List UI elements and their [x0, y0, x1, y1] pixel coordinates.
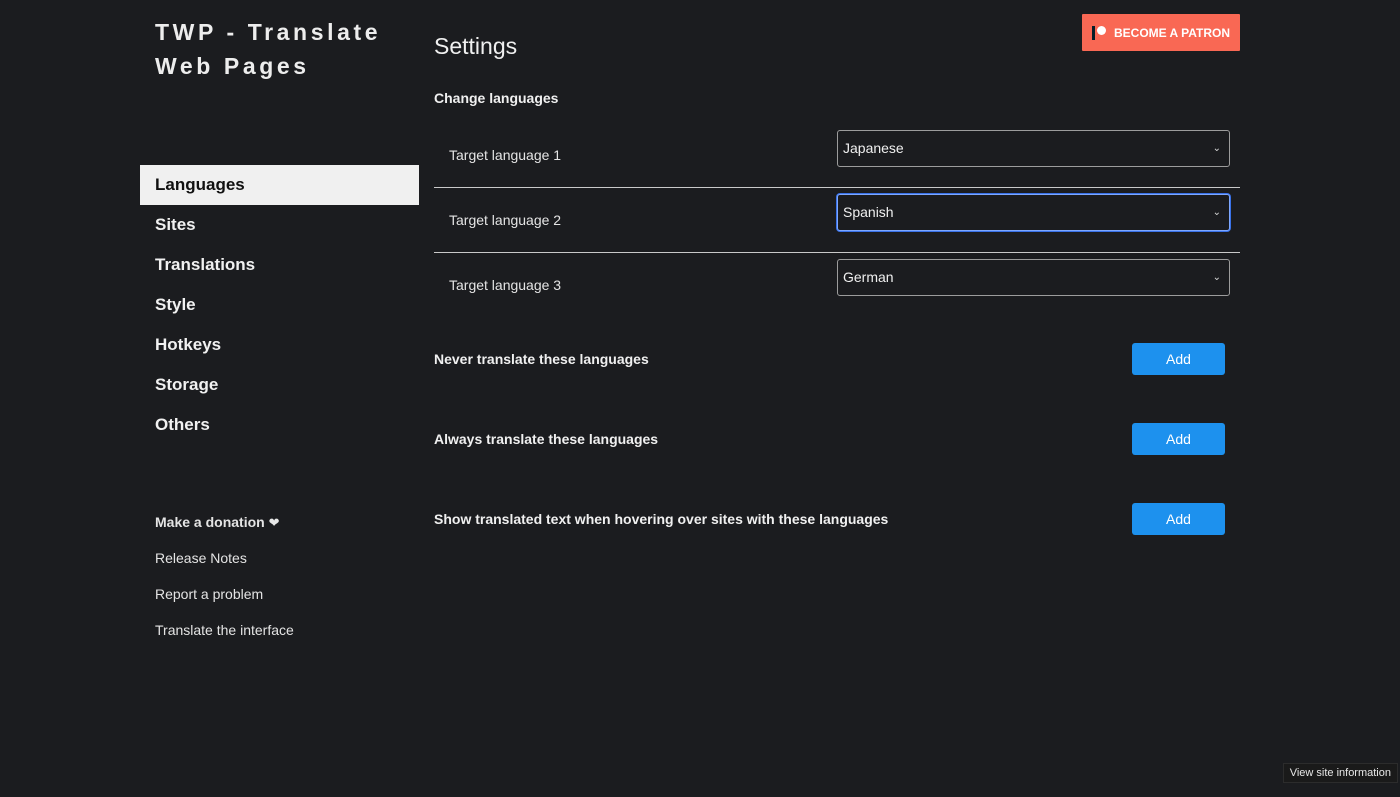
heart-icon: ❤	[268, 515, 280, 530]
translate-interface-link[interactable]: Translate the interface	[155, 612, 415, 648]
site-info-tooltip: View site information	[1282, 763, 1398, 783]
patreon-logo-icon	[1092, 25, 1106, 40]
release-notes-link[interactable]: Release Notes	[155, 540, 415, 576]
always-translate-label: Always translate these languages	[434, 431, 659, 447]
sidebar-item-hotkeys[interactable]: Hotkeys	[140, 325, 419, 365]
sidebar-nav: Languages Sites Translations Style Hotke…	[140, 165, 419, 445]
target-language-row: Target language 3 German ⌄	[434, 252, 1240, 316]
sidebar-item-translations[interactable]: Translations	[140, 245, 419, 285]
target-language-3-value: German	[843, 269, 894, 285]
chevron-down-icon: ⌄	[1212, 272, 1221, 283]
always-translate-add-button[interactable]: Add	[1132, 423, 1225, 455]
chevron-down-icon: ⌄	[1212, 143, 1221, 154]
target-language-1-value: Japanese	[843, 140, 904, 156]
become-patron-button[interactable]: BECOME A PATRON	[1082, 14, 1240, 51]
target-language-3-select[interactable]: German ⌄	[837, 259, 1230, 296]
donation-link[interactable]: Make a donation ❤	[155, 504, 415, 540]
hover-translate-label: Show translated text when hovering over …	[434, 511, 889, 527]
target-language-2-value: Spanish	[843, 204, 894, 220]
donation-link-label: Make a donation	[155, 514, 265, 530]
target-language-3-label: Target language 3	[449, 277, 562, 293]
patron-button-label: BECOME A PATRON	[1114, 25, 1230, 40]
page-title: Settings	[434, 33, 518, 60]
hover-translate-add-button[interactable]: Add	[1132, 503, 1225, 535]
target-language-2-label: Target language 2	[449, 212, 562, 228]
never-translate-label: Never translate these languages	[434, 351, 649, 367]
change-languages-heading: Change languages	[434, 90, 559, 106]
never-translate-add-button[interactable]: Add	[1132, 343, 1225, 375]
target-language-row: Target language 2 Spanish ⌄	[434, 188, 1240, 253]
always-translate-row: Always translate these languages Add	[434, 423, 1225, 456]
sidebar-item-others[interactable]: Others	[140, 405, 419, 445]
report-problem-link[interactable]: Report a problem	[155, 576, 415, 612]
sidebar-item-sites[interactable]: Sites	[140, 205, 419, 245]
sidebar-links: Make a donation ❤ Release Notes Report a…	[155, 504, 415, 648]
chevron-down-icon: ⌄	[1212, 207, 1221, 218]
target-language-1-select[interactable]: Japanese ⌄	[837, 130, 1230, 167]
sidebar-item-style[interactable]: Style	[140, 285, 419, 325]
sidebar-item-storage[interactable]: Storage	[140, 365, 419, 405]
target-language-1-label: Target language 1	[449, 147, 562, 163]
sidebar-item-languages[interactable]: Languages	[140, 165, 419, 205]
target-language-2-select[interactable]: Spanish ⌄	[837, 194, 1230, 231]
hover-translate-row: Show translated text when hovering over …	[434, 503, 1225, 536]
target-language-row: Target language 1 Japanese ⌄	[434, 123, 1240, 188]
app-title: TWP - Translate Web Pages	[155, 19, 382, 79]
never-translate-row: Never translate these languages Add	[434, 343, 1225, 376]
